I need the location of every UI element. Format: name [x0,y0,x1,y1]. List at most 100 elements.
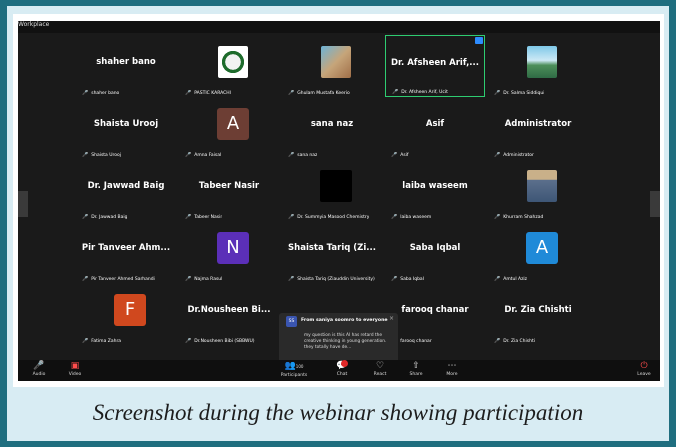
video-button[interactable]: ▣ Video [64,360,86,381]
participant-label: 🎤 Dr. Jawwad Baig [82,214,127,220]
screenshot-area: Workplace shaher bano 🎤 shaher bano 🎤 PASTIC… [13,14,664,387]
sender-avatar: SS [286,316,297,327]
audio-button[interactable]: 🎤 Audio [28,360,50,381]
avatar-initial: N [217,232,249,264]
participant-name: Dr.Nousheen Bi... [187,305,271,315]
participant-tile[interactable]: F 🎤 Fatima Zahra [76,283,176,345]
participant-tile[interactable]: Dr. Zia Chishti 🎤 Dr. Zia Chishti [488,283,588,345]
figure-caption: Screenshot during the webinar showing pa… [92,400,584,425]
participant-tile[interactable]: 🎤 PASTIC KARACHI [179,35,279,97]
close-icon[interactable]: × [389,315,394,322]
participant-name: Shaista Urooj [93,119,159,129]
participant-tile[interactable]: A 🎤 Amna Faisal [179,97,279,159]
participant-label: 🎤 shaher bano [82,90,119,96]
avatar-initial: A [217,108,249,140]
participant-tile[interactable]: 🎤 Dr. Summyia Masood Chemistry [282,159,382,221]
participant-tile[interactable]: Shaista Urooj 🎤 Shaista Urooj [76,97,176,159]
participant-tile[interactable]: 🎤 Dr. Salma Siddiqui [488,35,588,97]
participant-tile[interactable]: Pir Tanveer Ahm... 🎤 Pir Tanveer Ahmed Sar… [76,221,176,283]
person-photo-icon [527,170,557,202]
participant-tile[interactable]: Saba Iqbal 🎤 Saba Iqbal [385,221,485,283]
participant-label-text: Khurram Shahzad [503,215,544,220]
mic-muted-icon: 🎤 [288,276,295,282]
previous-page-arrow-icon[interactable] [18,191,28,217]
participant-name: Tabeer Nasir [198,181,260,191]
participant-label: 🎤 Najma Rasul [185,276,222,282]
mic-muted-icon: 🎤 [494,214,501,220]
participant-label: 🎤 Tabeer Nasir [185,214,222,220]
share-screen-icon: ⇧ [412,361,420,371]
participant-label-text: PASTIC KARACHI [194,91,231,96]
mic-muted-icon: 🎤 [391,214,398,220]
participant-tile[interactable]: Tabeer Nasir 🎤 Tabeer Nasir [179,159,279,221]
mic-muted-icon: 🎤 [391,276,398,282]
participant-tile[interactable]: A 🎤 Amtul Aziz [488,221,588,283]
participant-label-text: Saba Iqbal [400,277,424,282]
video-blank [320,170,352,202]
chat-sender: From saniya soomro to everyone [301,318,388,323]
participant-name: Dr. Zia Chishti [504,305,572,315]
participant-label-text: farooq chanar [400,339,432,344]
participant-label: 🎤 Dr.Nousheen Bibi (SBBWU) [185,338,255,344]
participant-label: 🎤 Shaista Urooj [82,152,121,158]
more-label: More [446,372,458,377]
participant-tile[interactable]: sana naz 🎤 sana naz [282,97,382,159]
pin-icon[interactable] [475,37,483,44]
participant-tile[interactable]: farooq chanar🎤farooq chanar [385,283,485,345]
avatar-initial: A [526,232,558,264]
participant-label: 🎤 Fatima Zahra [82,338,121,344]
participant-name: Shaista Tariq (Zi... [288,243,376,253]
participant-label: 🎤 Dr. Afsheen Arif, Ucit [392,89,448,95]
share-label: Share [409,372,423,377]
participant-tile[interactable]: shaher bano 🎤 shaher bano [76,35,176,97]
participant-tile[interactable]: 🎤 Ghulam Mustafa Keerio [282,35,382,97]
participant-name: farooq chanar [401,305,469,315]
participant-label-text: Fatima Zahra [91,339,122,344]
share-button[interactable]: ⇧ Share [404,360,428,381]
participant-label: 🎤 Saba Iqbal [391,276,424,282]
participant-tile[interactable]: Administrator 🎤 Administrator [488,97,588,159]
participant-tile[interactable]: Shaista Tariq (Zi... 🎤 Shaista Tariq (Ziau… [282,221,382,283]
participant-label-text: Pir Tanveer Ahmed Sarhandi [91,277,155,282]
participant-label: 🎤 Pir Tanveer Ahmed Sarhandi [82,276,155,282]
participant-label-text: Tabeer Nasir [194,215,223,220]
mic-muted-icon: 🎤 [82,90,89,96]
participant-tile[interactable]: Asif 🎤 Asif [385,97,485,159]
mic-muted-icon: 🎤 [288,90,295,96]
chat-button[interactable]: 💬 Chat [330,360,354,381]
participant-label-text: laiba waseem [400,215,432,220]
participant-tile[interactable]: Dr. Afsheen Arif,... 🎤 Dr. Afsheen Arif, U… [385,35,485,97]
participants-button[interactable]: 👥100 Participants [276,360,312,381]
participant-name: laiba waseem [402,181,468,191]
participant-label-text: Shaista Urooj [91,153,122,158]
mic-muted-icon: 🎤 [185,152,192,158]
participant-tile[interactable]: Dr.Nousheen Bi... 🎤 Dr.Nousheen Bibi (SBBW… [179,283,279,345]
react-button[interactable]: ♡ React [368,360,392,381]
mic-muted-icon: 🎤 [82,214,89,220]
meeting-window: Workplace shaher bano 🎤 shaher bano 🎤 PASTIC… [18,21,660,381]
logo-emblem-icon [218,46,248,78]
landscape-photo-icon [527,46,557,78]
participant-tile[interactable]: laiba waseem 🎤 laiba waseem [385,159,485,221]
participant-label-text: Dr. Zia Chishti [503,339,535,344]
mic-muted-icon: 🎤 [82,276,89,282]
participant-name: Asif [425,119,445,129]
participant-tile[interactable]: 🎤 Khurram Shahzad [488,159,588,221]
participant-label: 🎤 Asif [391,152,409,158]
participant-label-text: Ghulam Mustafa Keerio [297,91,350,96]
chat-unread-badge [341,360,348,367]
mic-muted-icon: 🎤 [185,276,192,282]
more-icon: ⋯ [447,361,457,371]
participant-label-text: Dr. Salma Siddiqui [503,91,545,96]
participant-tile[interactable]: N 🎤 Najma Rasul [179,221,279,283]
participant-tile[interactable]: Dr. Jawwad Baig 🎤 Dr. Jawwad Baig [76,159,176,221]
mic-muted-icon: 🎤 [185,214,192,220]
participant-label: 🎤 Dr. Zia Chishti [494,338,535,344]
participant-label: 🎤 Shaista Tariq (Ziauddin University) [288,276,375,282]
participant-label: 🎤 Ghulam Mustafa Keerio [288,90,350,96]
next-page-arrow-icon[interactable] [650,191,660,217]
more-button[interactable]: ⋯ More [440,360,464,381]
chat-message: my question is this AI has retard the cr… [304,333,387,350]
participant-label-text: Shaista Tariq (Ziauddin University) [297,277,375,282]
leave-button[interactable]: ⏻ Leave [632,360,656,381]
